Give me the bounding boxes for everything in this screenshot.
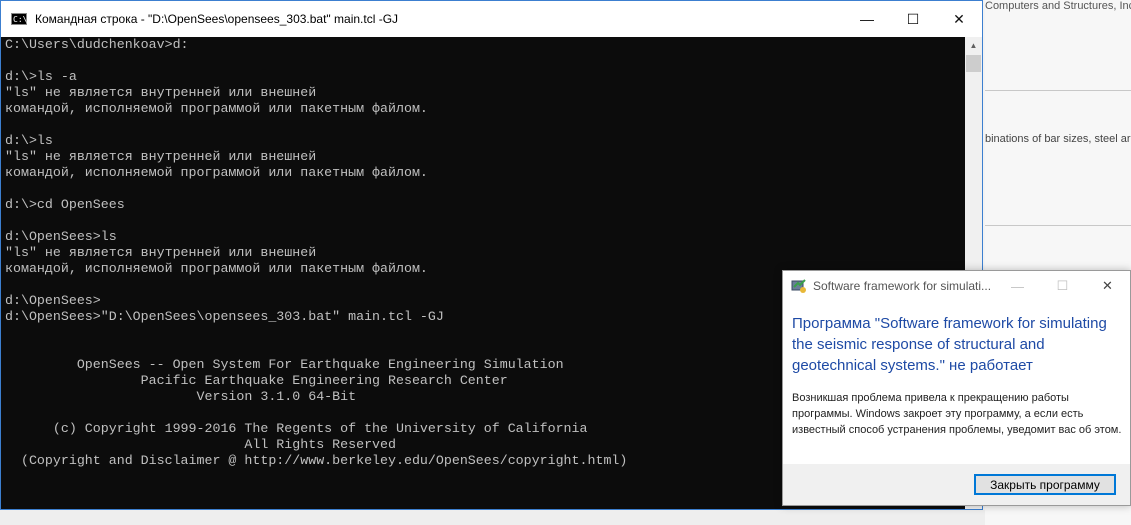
- console-line: d:\>cd OpenSees: [5, 197, 125, 212]
- console-window-controls: — ☐ ✕: [844, 1, 982, 37]
- scroll-up-arrow-icon[interactable]: ▲: [965, 37, 982, 54]
- background-bottom-strip: [0, 510, 985, 525]
- close-button[interactable]: ✕: [1085, 271, 1130, 301]
- minimize-button: —: [1011, 278, 1024, 294]
- cmd-icon: C:\: [11, 13, 28, 25]
- dialog-title: Software framework for simulati...: [813, 279, 992, 293]
- console-titlebar[interactable]: C:\ Командная строка - "D:\OpenSees\open…: [1, 1, 982, 37]
- console-line: командой, исполняемой программой или пак…: [5, 101, 428, 116]
- console-line: d:\>ls: [5, 133, 53, 148]
- dialog-message: Возникшая проблема привела к прекращению…: [792, 392, 1122, 436]
- error-dialog[interactable]: Software framework for simulati... — ☐ ✕…: [782, 270, 1131, 506]
- background-divider: [985, 90, 1131, 91]
- background-divider: [985, 225, 1131, 226]
- app-icon: [791, 278, 807, 294]
- console-line: командой, исполняемой программой или пак…: [5, 165, 428, 180]
- dialog-heading: Программа "Software framework for simula…: [792, 315, 1107, 374]
- console-line: d:\OpenSees>ls: [5, 229, 117, 244]
- console-title: Командная строка - "D:\OpenSees\opensees…: [35, 12, 399, 26]
- dialog-titlebar[interactable]: Software framework for simulati... — ☐ ✕: [783, 271, 1130, 301]
- scroll-thumb[interactable]: [966, 55, 981, 72]
- close-program-button[interactable]: Закрыть программу: [974, 474, 1116, 495]
- background-text-top: Computers and Structures, Inc. is please…: [985, 0, 1131, 12]
- console-line: d:\>ls -a: [5, 69, 77, 84]
- console-line: C:\Users\dudchenkoav>d:: [5, 37, 189, 52]
- minimize-button[interactable]: —: [844, 1, 890, 37]
- dialog-window-controls: — ☐ ✕: [995, 271, 1130, 301]
- dialog-footer: Закрыть программу: [783, 464, 1130, 505]
- console-line: "ls" не является внутренней или внешней: [5, 85, 317, 100]
- maximize-button: ☐: [1056, 278, 1069, 293]
- maximize-button[interactable]: ☐: [890, 1, 936, 37]
- close-button[interactable]: ✕: [936, 1, 982, 37]
- console-line: "ls" не является внутренней или внешней: [5, 149, 317, 164]
- console-line: "ls" не является внутренней или внешней: [5, 245, 317, 260]
- background-text-mid: binations of bar sizes, steel area: [985, 133, 1131, 145]
